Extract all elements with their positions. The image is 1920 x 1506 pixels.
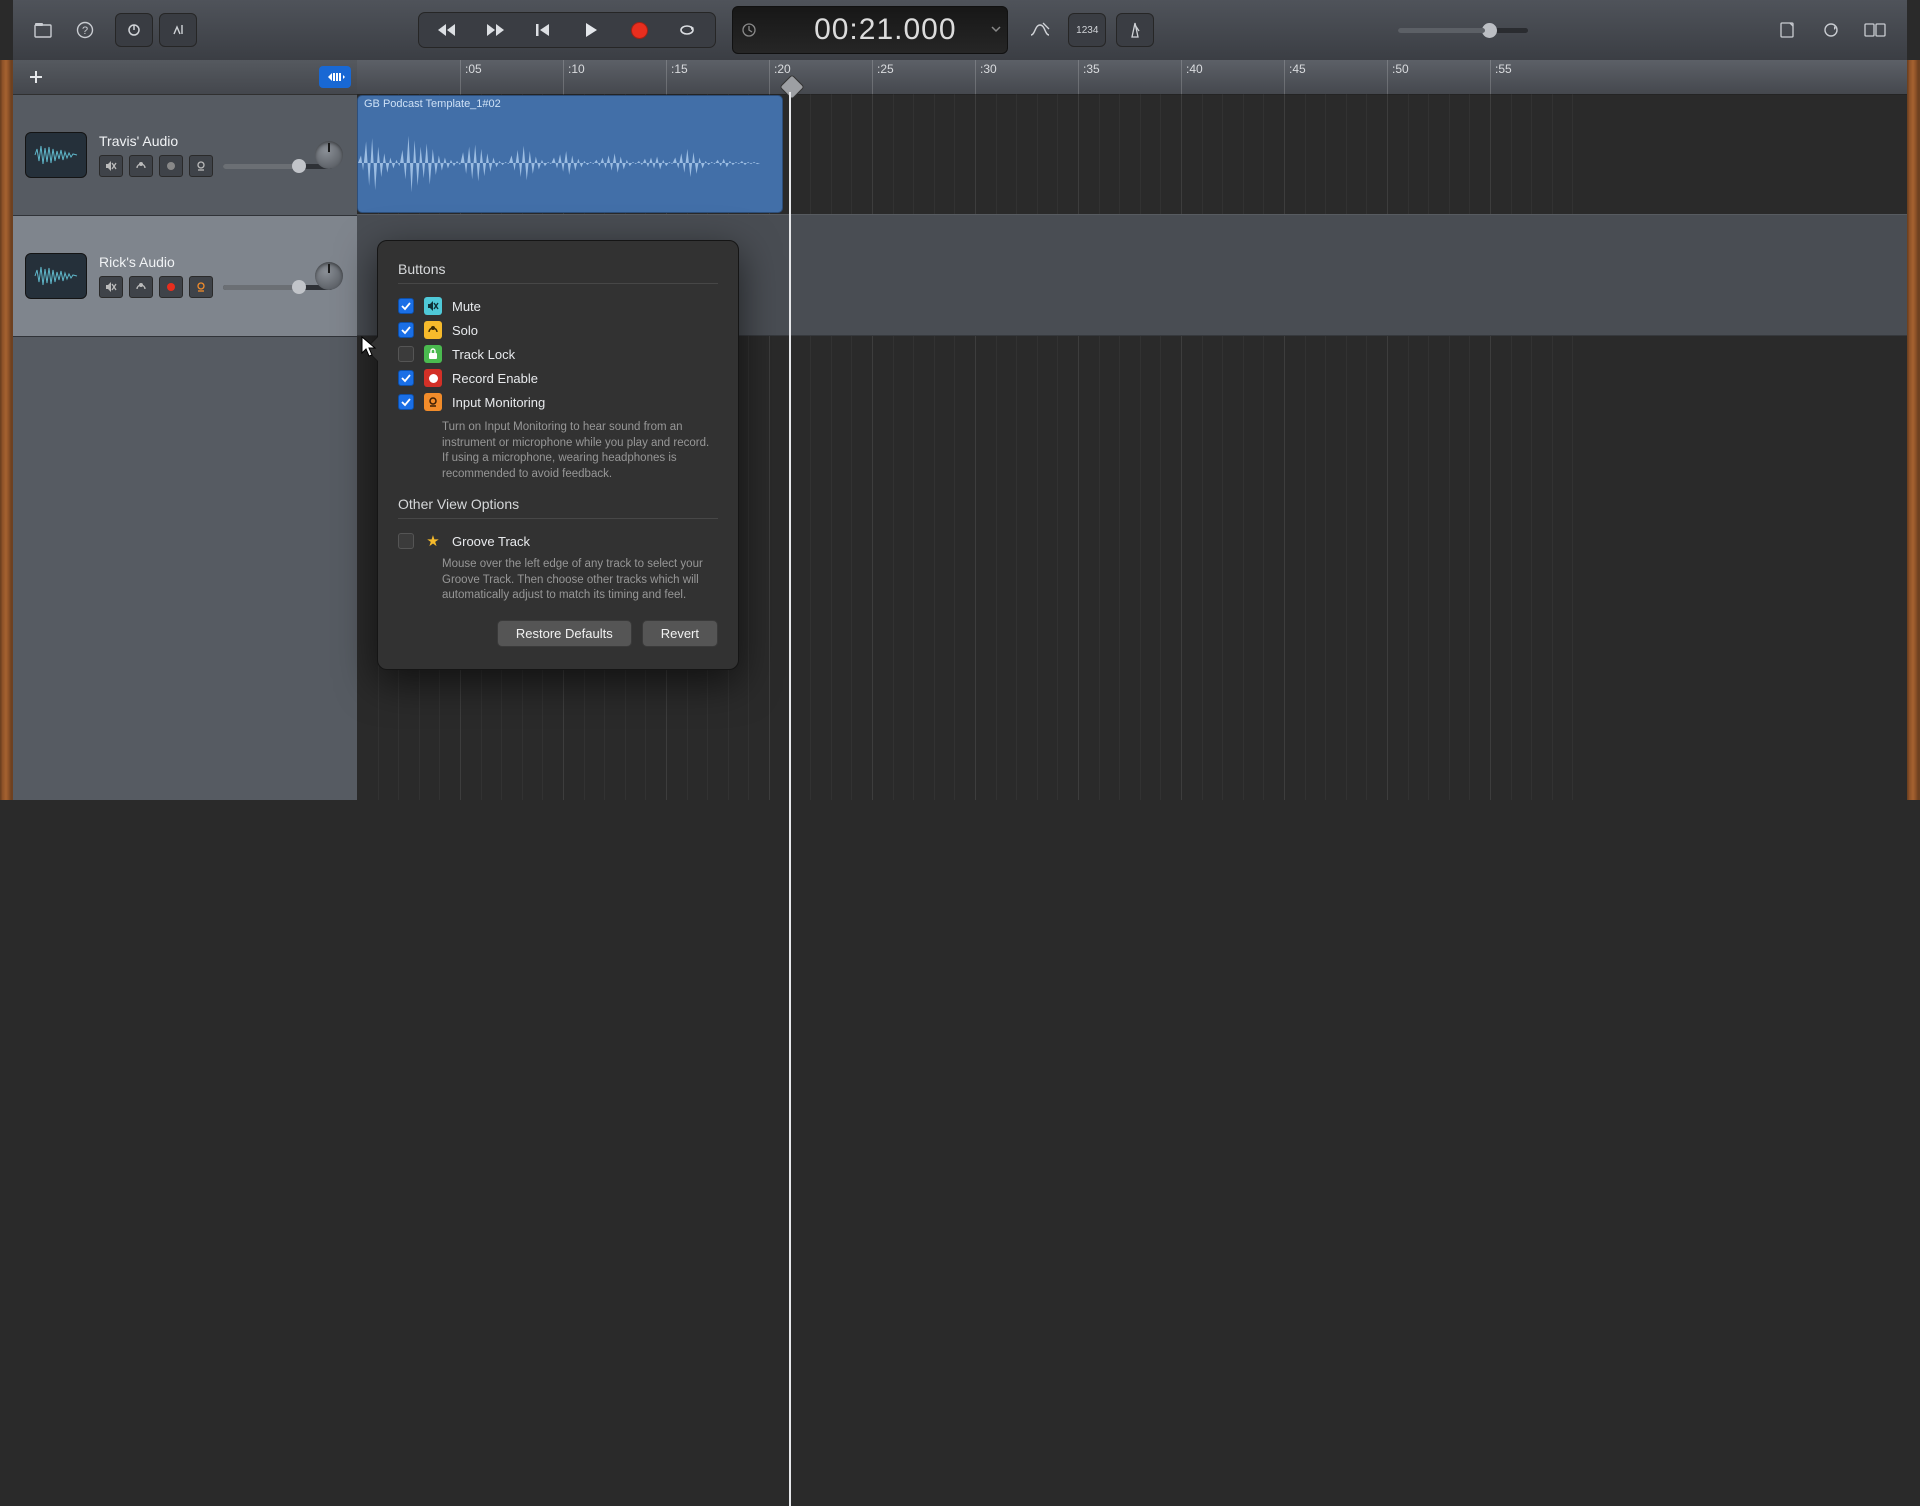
ruler-tick: :30 [975, 60, 976, 94]
chevron-down-icon[interactable] [991, 21, 1001, 39]
record-icon [631, 22, 648, 39]
track-volume-slider[interactable] [223, 164, 333, 169]
config-option-solo[interactable]: Solo [398, 318, 718, 342]
track-header-config-button[interactable] [319, 66, 351, 88]
notepad-button[interactable] [1769, 14, 1805, 46]
mute-button[interactable] [99, 276, 123, 298]
checkbox[interactable] [398, 394, 414, 410]
mute-icon [424, 297, 442, 315]
transport-controls [418, 12, 716, 48]
config-option-rec[interactable]: Record Enable [398, 366, 718, 390]
region-name: GB Podcast Template_1#02 [364, 98, 501, 110]
master-eq-button[interactable] [1022, 14, 1058, 46]
play-button[interactable] [567, 13, 615, 47]
record-enable-button[interactable] [159, 155, 183, 177]
rewind-button[interactable] [423, 13, 471, 47]
metronome-button[interactable] [1116, 13, 1154, 47]
solo-icon [424, 321, 442, 339]
solo-button[interactable] [129, 276, 153, 298]
input-monitoring-description: Turn on Input Monitoring to hear sound f… [442, 420, 718, 482]
ruler-tick: :15 [666, 60, 667, 94]
track-type-icon [25, 132, 87, 178]
clock-icon [741, 22, 757, 43]
config-option-mon[interactable]: Input Monitoring [398, 390, 718, 414]
track-header-top [13, 60, 357, 95]
star-icon: ★ [424, 532, 442, 550]
window-wood-left [0, 60, 13, 800]
master-volume-slider[interactable] [1398, 28, 1528, 33]
pan-knob[interactable] [315, 141, 343, 169]
input-monitor-button[interactable] [189, 155, 213, 177]
ruler-tick: :20 [769, 60, 770, 94]
cycle-button[interactable] [663, 13, 711, 47]
go-to-start-button[interactable] [519, 13, 567, 47]
ruler-tick: :05 [460, 60, 461, 94]
ruler-tick: :50 [1387, 60, 1388, 94]
input-monitor-button[interactable] [189, 276, 213, 298]
checkbox[interactable] [398, 322, 414, 338]
media-browser-button[interactable] [1857, 14, 1893, 46]
ruler-tick: :35 [1078, 60, 1079, 94]
master-volume [1398, 28, 1528, 33]
forward-button[interactable] [471, 13, 519, 47]
track-header-config-popover: Buttons Mute Solo Track Lock Record Enable I… [377, 240, 739, 670]
help-button[interactable]: ? [67, 14, 103, 46]
solo-button[interactable] [129, 155, 153, 177]
popover-section-title: Buttons [398, 261, 718, 277]
lcd-display[interactable]: 00:21.000 [732, 6, 1008, 54]
option-label: Input Monitoring [452, 395, 545, 410]
groove-track-option[interactable]: ★ Groove Track [398, 529, 718, 553]
editors-button[interactable] [159, 13, 197, 47]
checkbox[interactable] [398, 346, 414, 362]
mute-button[interactable] [99, 155, 123, 177]
config-option-lock[interactable]: Track Lock [398, 342, 718, 366]
record-button[interactable] [615, 13, 663, 47]
option-label: Groove Track [452, 534, 530, 549]
audio-region[interactable]: GB Podcast Template_1#02 [357, 95, 783, 213]
add-track-button[interactable] [19, 64, 53, 90]
library-button[interactable] [25, 14, 61, 46]
track-header-area: Travis' Audio Rick's Audio [13, 60, 358, 800]
pan-knob[interactable] [315, 262, 343, 290]
rec-icon [424, 369, 442, 387]
ruler-tick: :25 [872, 60, 873, 94]
ruler-tick: :40 [1181, 60, 1182, 94]
ruler-tick: :45 [1284, 60, 1285, 94]
track-header[interactable]: Travis' Audio [13, 95, 357, 216]
checkbox[interactable] [398, 533, 414, 549]
config-option-mute[interactable]: Mute [398, 294, 718, 318]
option-label: Solo [452, 323, 478, 338]
revert-button[interactable]: Revert [642, 620, 718, 647]
restore-defaults-button[interactable]: Restore Defaults [497, 620, 632, 647]
track-volume-slider[interactable] [223, 285, 333, 290]
option-label: Track Lock [452, 347, 515, 362]
workspace: Travis' Audio Rick's Audio [13, 60, 1907, 800]
lcd-time: 00:21.000 [814, 13, 956, 47]
checkbox[interactable] [398, 298, 414, 314]
smart-controls-button[interactable] [115, 13, 153, 47]
track-lane[interactable]: GB Podcast Template_1#02 [357, 94, 1907, 215]
ruler-tick: :10 [563, 60, 564, 94]
time-ruler[interactable]: :05 :10 :15 :20 :25 :30 :35 :40 :45 :50 :55 [357, 60, 1907, 95]
track-header[interactable]: Rick's Audio [13, 216, 357, 337]
count-in-button[interactable]: 1234 [1068, 13, 1106, 47]
mon-icon [424, 393, 442, 411]
popover-section-title: Other View Options [398, 496, 718, 512]
main-toolbar: ? 00:21.000 1234 [13, 0, 1907, 61]
loop-browser-button[interactable] [1813, 14, 1849, 46]
window-wood-right [1907, 60, 1920, 800]
groove-track-description: Mouse over the left edge of any track to… [442, 557, 718, 604]
record-enable-button[interactable] [159, 276, 183, 298]
svg-text:?: ? [82, 25, 88, 37]
slider-thumb[interactable] [1482, 23, 1497, 38]
track-type-icon [25, 253, 87, 299]
ruler-tick: :55 [1490, 60, 1491, 94]
option-label: Mute [452, 299, 481, 314]
option-label: Record Enable [452, 371, 538, 386]
checkbox[interactable] [398, 370, 414, 386]
lock-icon [424, 345, 442, 363]
